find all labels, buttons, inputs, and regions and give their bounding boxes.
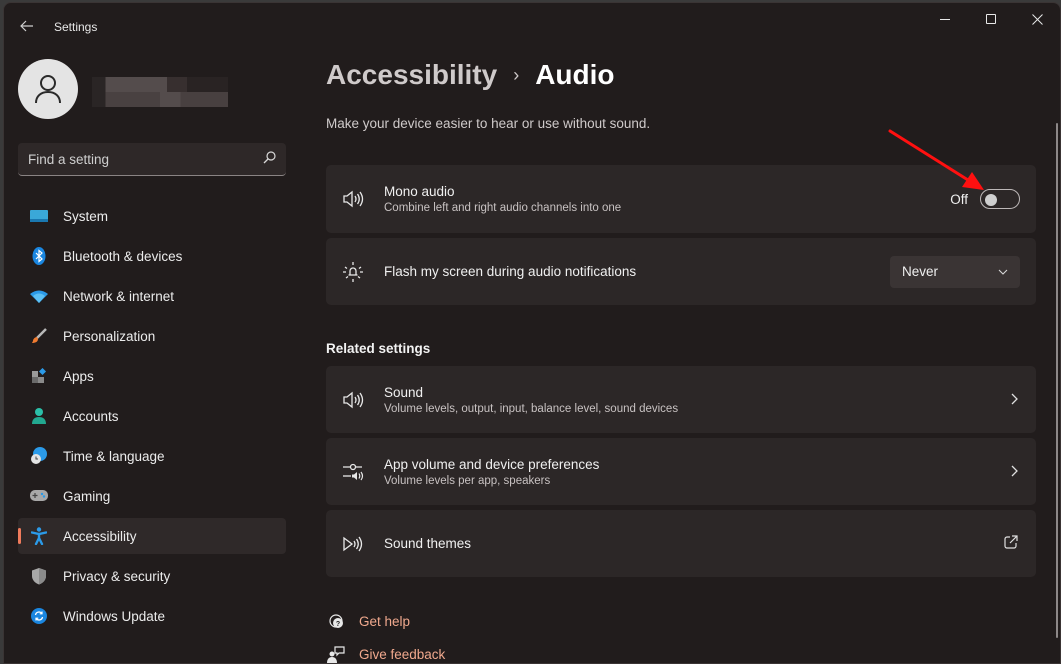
breadcrumb-parent[interactable]: Accessibility bbox=[326, 59, 497, 91]
minimize-button[interactable] bbox=[922, 3, 968, 35]
monitor-icon bbox=[30, 207, 48, 225]
sound-themes-icon bbox=[342, 533, 364, 555]
chevron-right-icon bbox=[1011, 464, 1018, 480]
breadcrumb: Accessibility › Audio bbox=[326, 59, 615, 91]
related-item-title: Sound bbox=[384, 384, 424, 400]
avatar bbox=[18, 59, 78, 119]
maximize-button[interactable] bbox=[968, 3, 1014, 35]
user-icon bbox=[35, 75, 61, 104]
speaker-icon bbox=[342, 389, 364, 411]
sidebar-item-system[interactable]: System bbox=[18, 198, 286, 234]
sidebar-item-label: Time & language bbox=[63, 448, 165, 464]
sidebar-item-bluetooth[interactable]: Bluetooth & devices bbox=[18, 238, 286, 274]
svg-text:?: ? bbox=[336, 621, 340, 628]
app-title: Settings bbox=[54, 20, 98, 34]
sidebar-item-accessibility[interactable]: Accessibility bbox=[18, 518, 286, 554]
search-box[interactable] bbox=[18, 143, 286, 176]
sidebar-item-label: Bluetooth & devices bbox=[63, 248, 183, 264]
mono-audio-card: Mono audio Combine left and right audio … bbox=[326, 165, 1036, 233]
sidebar-item-apps[interactable]: Apps bbox=[18, 358, 286, 394]
flash-screen-card: Flash my screen during audio notificatio… bbox=[326, 238, 1036, 305]
back-button[interactable] bbox=[14, 13, 40, 39]
sidebar-item-accounts[interactable]: Accounts bbox=[18, 398, 286, 434]
person-icon bbox=[30, 407, 48, 425]
related-item-title: Sound themes bbox=[384, 536, 472, 551]
flash-bell-icon bbox=[342, 261, 364, 283]
sidebar-item-label: Network & internet bbox=[63, 288, 175, 304]
app-volume-icon bbox=[342, 461, 364, 483]
search-input[interactable] bbox=[28, 151, 263, 167]
sidebar-item-label: Gaming bbox=[63, 488, 111, 504]
get-help-link[interactable]: ? Get help bbox=[326, 611, 410, 631]
maximize-icon bbox=[986, 14, 996, 24]
user-name-obscured bbox=[92, 77, 228, 107]
chevron-down-icon bbox=[998, 266, 1008, 278]
minimize-icon bbox=[940, 18, 950, 20]
mono-audio-description: Combine left and right audio channels in… bbox=[384, 202, 622, 214]
related-item-description: Volume levels per app, speakers bbox=[384, 474, 551, 487]
breadcrumb-separator: › bbox=[513, 64, 520, 85]
chevron-right-icon bbox=[1011, 392, 1018, 408]
settings-window: Settings System Bluetooth & devices bbox=[3, 2, 1061, 664]
give-feedback-text[interactable]: Give feedback bbox=[359, 647, 445, 662]
sidebar-item-privacy[interactable]: Privacy & security bbox=[18, 558, 286, 594]
update-icon bbox=[30, 607, 48, 625]
search-icon[interactable] bbox=[263, 151, 276, 167]
mono-audio-toggle[interactable] bbox=[980, 189, 1020, 209]
bluetooth-icon bbox=[30, 247, 48, 265]
related-settings-heading: Related settings bbox=[326, 341, 431, 356]
sidebar-item-time-language[interactable]: Time & language bbox=[18, 438, 286, 474]
help-icon: ? bbox=[326, 611, 346, 631]
sidebar-item-label: Personalization bbox=[63, 328, 156, 344]
mono-audio-title: Mono audio bbox=[384, 184, 455, 199]
apps-icon bbox=[30, 367, 48, 385]
close-button[interactable] bbox=[1014, 3, 1060, 35]
sidebar-item-label: Accessibility bbox=[63, 528, 137, 544]
close-icon bbox=[1031, 13, 1043, 25]
flash-screen-title: Flash my screen during audio notificatio… bbox=[384, 264, 637, 279]
clock-globe-icon bbox=[30, 447, 48, 465]
related-item-sound[interactable]: Sound Volume levels, output, input, bala… bbox=[326, 366, 1036, 433]
gamepad-icon bbox=[30, 487, 48, 505]
sidebar-item-label: Privacy & security bbox=[63, 568, 171, 584]
sidebar-item-label: Windows Update bbox=[63, 608, 166, 624]
sidebar-item-windows-update[interactable]: Windows Update bbox=[18, 598, 286, 634]
arrow-left-icon bbox=[20, 20, 33, 32]
feedback-icon bbox=[326, 644, 346, 663]
mono-audio-state-label: Off bbox=[950, 191, 968, 207]
dropdown-value: Never bbox=[902, 264, 939, 279]
page-subtitle: Make your device easier to hear or use w… bbox=[326, 116, 651, 131]
brush-icon bbox=[30, 327, 48, 345]
wifi-icon bbox=[30, 287, 48, 305]
sidebar-nav: System Bluetooth & devices Network & int… bbox=[18, 198, 286, 638]
sidebar-item-label: Accounts bbox=[63, 408, 119, 424]
sidebar-item-label: System bbox=[63, 208, 109, 224]
sidebar-item-network[interactable]: Network & internet bbox=[18, 278, 286, 314]
related-item-description: Volume levels, output, input, balance le… bbox=[384, 402, 679, 415]
flash-screen-dropdown[interactable]: Never bbox=[890, 255, 1020, 288]
related-item-sound-themes[interactable]: Sound themes bbox=[326, 510, 1036, 577]
shield-icon bbox=[30, 567, 48, 585]
speaker-icon bbox=[342, 188, 364, 210]
toggle-knob bbox=[985, 194, 997, 206]
related-item-app-volume[interactable]: App volume and device preferences Volume… bbox=[326, 438, 1036, 505]
give-feedback-link[interactable]: Give feedback bbox=[326, 644, 445, 663]
sidebar-item-gaming[interactable]: Gaming bbox=[18, 478, 286, 514]
title-bar: Settings bbox=[4, 3, 1060, 49]
related-item-title: App volume and device preferences bbox=[384, 456, 600, 472]
get-help-text[interactable]: Get help bbox=[359, 614, 410, 629]
sidebar-item-label: Apps bbox=[63, 368, 94, 384]
sidebar-item-personalization[interactable]: Personalization bbox=[18, 318, 286, 354]
scrollbar[interactable] bbox=[1056, 123, 1058, 638]
page-title: Audio bbox=[535, 59, 615, 90]
accessibility-icon bbox=[30, 527, 48, 545]
external-link-icon bbox=[1004, 535, 1018, 552]
